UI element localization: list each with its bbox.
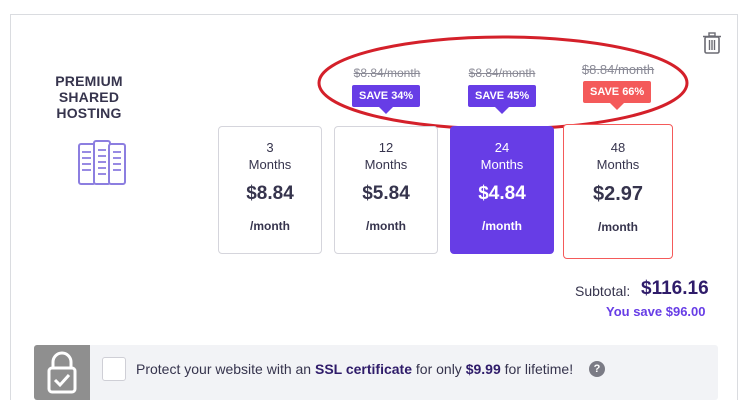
ssl-offer-text: Protect your website with an SSL certifi… <box>136 361 573 377</box>
period-option-24[interactable]: 24 Months $4.84 /month <box>450 126 554 254</box>
save-badge-12: SAVE 34% <box>352 85 421 114</box>
period-length: 24 <box>494 140 510 155</box>
period-length: 12 <box>378 140 394 155</box>
subtotal-value: $116.16 <box>641 278 709 299</box>
period-option-12[interactable]: 12 Months $5.84 /month <box>334 126 438 254</box>
product-title: PREMIUM SHARED HOSTING <box>55 73 123 121</box>
period-price: $5.84 <box>362 183 410 204</box>
period-length: 3 <box>266 140 274 155</box>
ssl-text-part: for lifetime! <box>500 361 574 377</box>
old-price-12: $8.84/month <box>353 66 421 80</box>
period-option-48[interactable]: 48 Months $2.97 /month <box>563 124 673 259</box>
save-badge-48: SAVE 66% <box>583 81 652 110</box>
ssl-lock-tile <box>34 345 90 400</box>
ssl-text-highlight: SSL certificate <box>314 361 412 377</box>
period-price: $8.84 <box>246 183 294 204</box>
old-price-24: $8.84/month <box>468 66 536 80</box>
trash-icon[interactable] <box>702 32 722 54</box>
question-circle-icon[interactable]: ? <box>589 361 605 377</box>
lock-check-icon <box>47 351 77 394</box>
period-unit: Months <box>480 157 524 172</box>
old-price-48: $8.84/month <box>581 62 655 77</box>
period-per: /month <box>250 219 290 233</box>
ssl-price: $9.99 <box>465 361 501 377</box>
period-per: /month <box>366 219 406 233</box>
ssl-checkbox[interactable] <box>102 357 126 381</box>
subtotal-label: Subtotal: <box>575 283 631 299</box>
period-length: 48 <box>610 140 626 155</box>
ssl-text-part: Protect your website with an <box>136 361 315 377</box>
period-per: /month <box>482 219 522 233</box>
period-unit: Months <box>248 157 292 172</box>
save-badge-24: SAVE 45% <box>468 85 537 114</box>
server-stack-icon <box>78 140 126 185</box>
period-unit: Months <box>364 157 408 172</box>
period-unit: Months <box>596 157 640 172</box>
period-price: $4.84 <box>478 183 526 204</box>
savings-text: You save $96.00 <box>606 304 706 319</box>
period-per: /month <box>598 220 638 234</box>
period-option-3[interactable]: 3 Months $8.84 /month <box>218 126 322 254</box>
period-price: $2.97 <box>592 183 644 205</box>
ssl-text-part: for only <box>412 361 466 377</box>
